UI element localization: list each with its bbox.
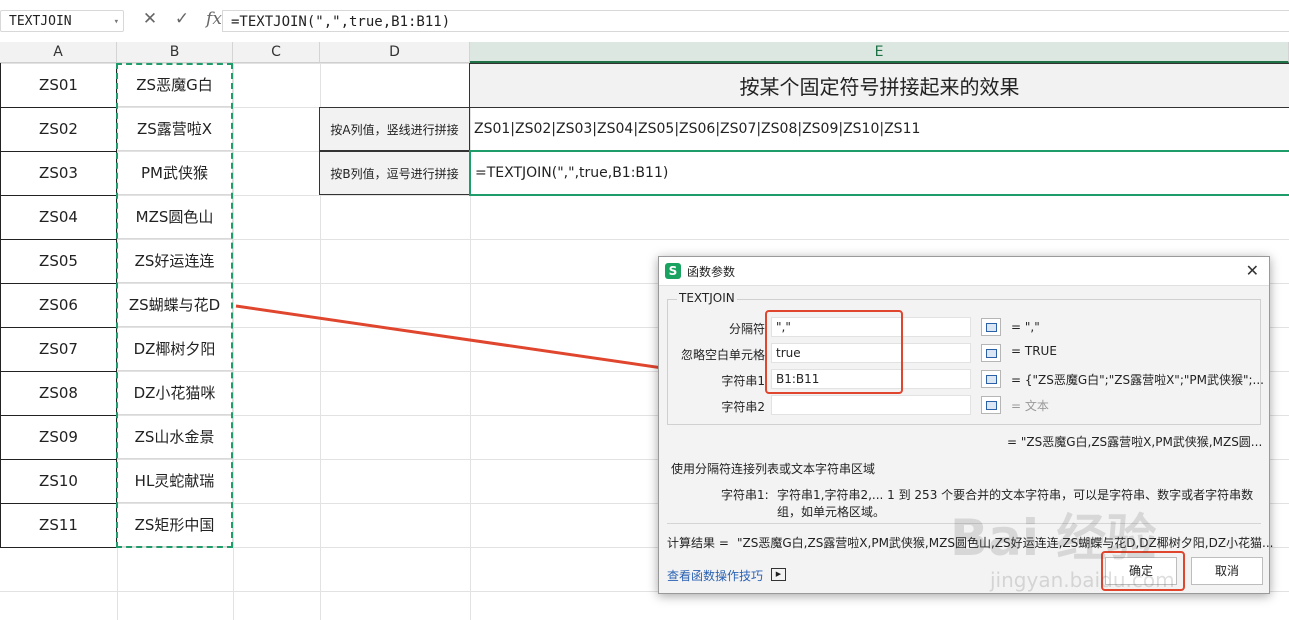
- cell-a[interactable]: ZS03: [0, 151, 117, 196]
- help-link[interactable]: 查看函数操作技巧: [667, 567, 763, 584]
- param-label-text1: 字符串1: [721, 374, 765, 388]
- cell-a[interactable]: ZS11: [0, 503, 117, 548]
- cell-a[interactable]: ZS08: [0, 371, 117, 416]
- param-input-text2[interactable]: [771, 395, 971, 415]
- highlight-box-inputs: [765, 310, 903, 394]
- cell-b[interactable]: ZS恶魔G白: [117, 63, 233, 107]
- range-select-icon[interactable]: [981, 344, 1001, 362]
- cell-b[interactable]: PM武侠猴: [117, 151, 233, 195]
- cell-a[interactable]: ZS05: [0, 239, 117, 284]
- calc-result-label: 计算结果 =: [667, 536, 729, 550]
- param-result-delimiter: = ",": [1011, 320, 1040, 334]
- cell-b[interactable]: ZS山水金景: [117, 415, 233, 459]
- cell-a[interactable]: ZS02: [0, 107, 117, 152]
- column-gridline: [233, 63, 234, 620]
- param-label-delimiter: 分隔符: [728, 322, 765, 336]
- param-label-text2: 字符串2: [721, 400, 765, 414]
- cell-a[interactable]: ZS04: [0, 195, 117, 240]
- column-header-a[interactable]: A: [0, 42, 117, 63]
- param-result-ignore-empty: = TRUE: [1011, 344, 1057, 358]
- dialog-title: 函数参数: [687, 265, 736, 279]
- cell-b[interactable]: ZS蝴蝶与花D: [117, 283, 233, 327]
- baidu-watermark: Bai 经验: [950, 509, 1157, 567]
- close-icon[interactable]: ✕: [140, 9, 160, 29]
- function-name-label: TEXTJOIN: [677, 291, 737, 305]
- formula-input[interactable]: =TEXTJOIN(",",true,B1:B11): [222, 10, 1289, 32]
- cell-b[interactable]: MZS圆色山: [117, 195, 233, 239]
- param-result-text1: = {"ZS恶魔G白";"ZS露营啦X";"PM武侠猴";...: [1011, 373, 1264, 387]
- overall-result: = "ZS恶魔G白,ZS露营啦X,PM武侠猴,MZS圆...: [1007, 435, 1263, 449]
- column-header-d[interactable]: D: [320, 42, 470, 63]
- function-description: 使用分隔符连接列表或文本字符串区域: [671, 462, 876, 476]
- chevron-down-icon[interactable]: ▾: [114, 11, 119, 33]
- range-select-icon[interactable]: [981, 396, 1001, 414]
- cell-b[interactable]: ZS矩形中国: [117, 503, 233, 547]
- cell-b[interactable]: ZS好运连连: [117, 239, 233, 283]
- cell-a[interactable]: ZS10: [0, 459, 117, 504]
- arg-description-line2: 组，如单元格区域。: [777, 505, 886, 519]
- cell-b[interactable]: HL灵蛇献瑞: [117, 459, 233, 503]
- row2-label[interactable]: 按A列值，竖线进行拼接: [319, 107, 470, 151]
- column-header-e[interactable]: E: [470, 42, 1289, 63]
- row2-value[interactable]: ZS01|ZS02|ZS03|ZS04|ZS05|ZS06|ZS07|ZS08|…: [469, 107, 1289, 151]
- cell-a[interactable]: ZS06: [0, 283, 117, 328]
- name-box[interactable]: TEXTJOIN ▾: [0, 10, 124, 32]
- param-result-text2: = 文本: [1011, 399, 1049, 413]
- cell-a[interactable]: ZS01: [0, 63, 117, 108]
- formula-bar: TEXTJOIN ▾ ✕ ✓ fx =TEXTJOIN(",",true,B1:…: [0, 0, 1289, 43]
- range-select-icon[interactable]: [981, 318, 1001, 336]
- baidu-watermark-url: jingyan.baidu.com: [990, 568, 1175, 592]
- video-play-icon[interactable]: ▶: [771, 568, 786, 581]
- range-select-icon[interactable]: [981, 370, 1001, 388]
- wps-logo-icon: S: [665, 263, 681, 279]
- fx-icon[interactable]: fx: [204, 9, 224, 29]
- cancel-button[interactable]: 取消: [1191, 557, 1263, 585]
- cell-a[interactable]: ZS09: [0, 415, 117, 460]
- param-label-ignore-empty: 忽略空白单元格: [680, 348, 765, 362]
- cell-b[interactable]: DZ小花猫咪: [117, 371, 233, 415]
- column-header-c[interactable]: C: [233, 42, 320, 63]
- name-box-value: TEXTJOIN: [9, 14, 72, 29]
- check-icon[interactable]: ✓: [172, 9, 192, 29]
- row3-formula-cell[interactable]: =TEXTJOIN(",",true,B1:B11): [469, 150, 1289, 196]
- sheet-title[interactable]: 按某个固定符号拼接起来的效果: [469, 63, 1289, 108]
- cell-b[interactable]: DZ椰树夕阳: [117, 327, 233, 371]
- close-icon[interactable]: ✕: [1246, 261, 1259, 280]
- cell-b[interactable]: ZS露营啦X: [117, 107, 233, 151]
- column-header-b[interactable]: B: [117, 42, 233, 63]
- arg-name: 字符串1:: [721, 488, 769, 502]
- cell-a[interactable]: ZS07: [0, 327, 117, 372]
- row3-label[interactable]: 按B列值，逗号进行拼接: [319, 151, 470, 195]
- dialog-titlebar[interactable]: S 函数参数 ✕: [659, 257, 1269, 286]
